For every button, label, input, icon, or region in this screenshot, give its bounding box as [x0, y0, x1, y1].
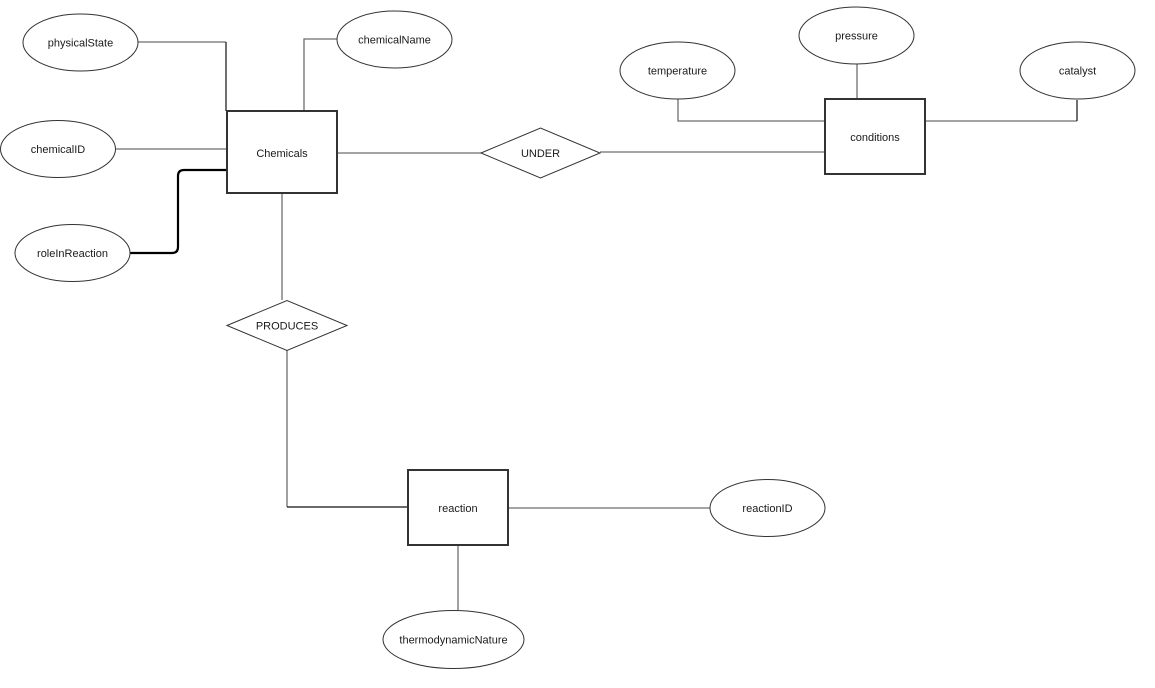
attribute-reactionID[interactable]: reactionID [709, 479, 826, 537]
entity-label: Chemicals [256, 148, 308, 160]
attribute-label: temperature [648, 66, 707, 78]
attribute-label: pressure [835, 31, 878, 43]
edge-temperature-conditions[interactable] [677, 99, 825, 122]
attribute-temperature[interactable]: temperature [619, 41, 736, 100]
attribute-label: catalyst [1059, 66, 1096, 78]
entity-label: conditions [850, 132, 900, 144]
attribute-pressure[interactable]: pressure [798, 6, 915, 65]
attribute-thermodynamicNature[interactable]: thermodynamicNature [382, 610, 525, 669]
entity-label: reaction [438, 503, 477, 515]
attribute-label: physicalState [48, 38, 113, 50]
attribute-chemicalName[interactable]: chemicalName [336, 10, 453, 69]
er-diagram-canvas: physicalState chemicalName chemicalID ro… [0, 6, 1136, 669]
entity-conditions[interactable]: conditions [824, 98, 926, 175]
attribute-physicalState[interactable]: physicalState [22, 13, 139, 72]
edge-roleInReaction-chemicals[interactable] [130, 168, 226, 255]
entity-chemicals[interactable]: Chemicals [226, 110, 338, 194]
attribute-label: roleInReaction [37, 248, 108, 260]
entity-reaction[interactable]: reaction [407, 469, 509, 546]
attribute-label: reactionID [742, 503, 792, 515]
attribute-label: chemicalID [31, 144, 85, 156]
relationship-under[interactable]: UNDER [479, 127, 602, 179]
edge-chemicalName-chemicals[interactable] [303, 38, 337, 111]
relationship-produces[interactable]: PRODUCES [225, 299, 349, 352]
relationship-label: PRODUCES [256, 321, 318, 333]
attribute-chemicalID[interactable]: chemicalID [0, 120, 116, 178]
attribute-label: thermodynamicNature [399, 635, 507, 647]
attribute-roleInReaction[interactable]: roleInReaction [14, 224, 131, 282]
attribute-catalyst[interactable]: catalyst [1019, 41, 1136, 100]
attribute-label: chemicalName [358, 35, 431, 47]
relationship-label: UNDER [521, 148, 560, 160]
